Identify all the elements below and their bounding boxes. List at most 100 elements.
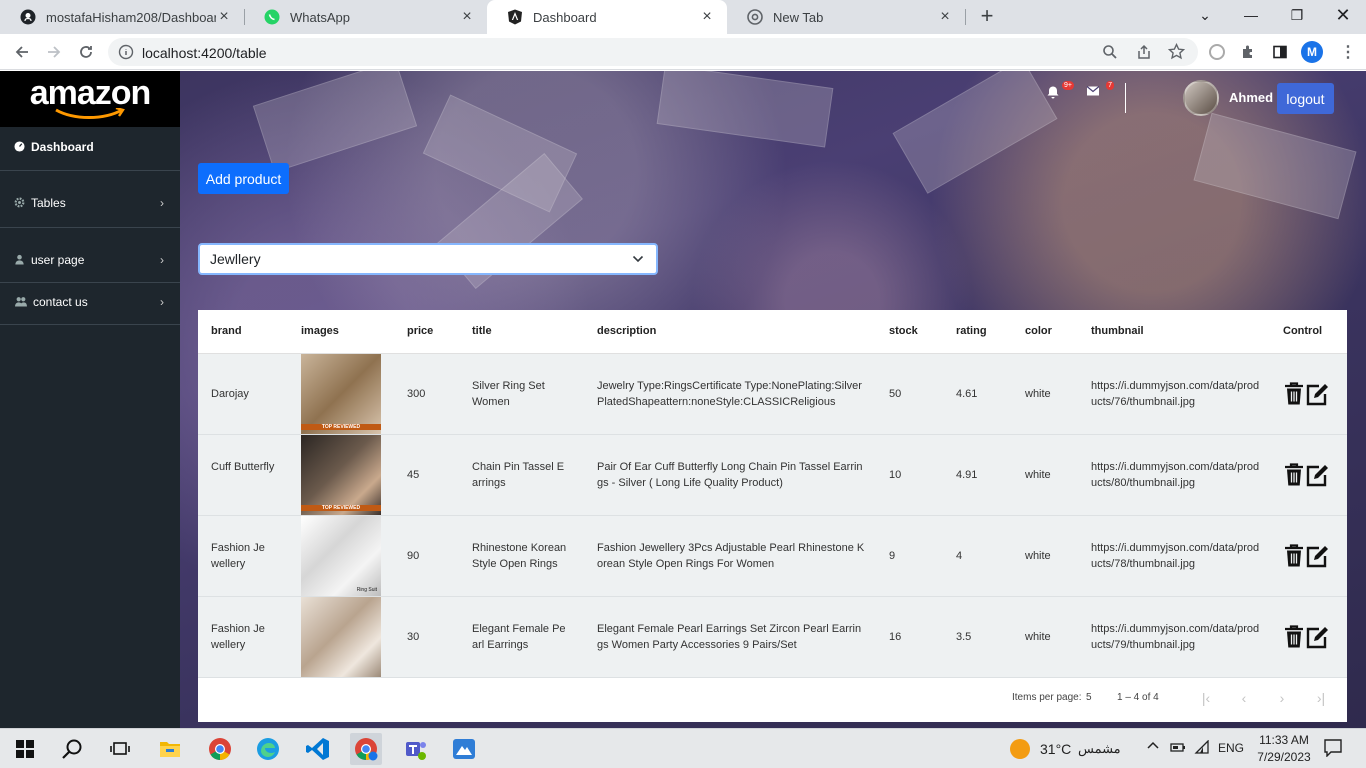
column-header-rating: rating (956, 325, 987, 337)
dashboard-icon (14, 141, 26, 153)
cell-rating: 4.61 (956, 388, 978, 400)
sidebar-item-label: Tables (31, 196, 66, 210)
weather-sun-icon[interactable] (1010, 739, 1030, 759)
notification-bell-icon[interactable]: 9+ (1046, 81, 1074, 101)
menu-kebab-icon[interactable]: ⋮ (1336, 40, 1360, 64)
user-avatar[interactable] (1183, 80, 1219, 116)
sidebar-item-label: user page (31, 253, 85, 267)
reload-icon[interactable] (74, 40, 98, 64)
app-mountain-icon[interactable] (448, 733, 480, 765)
chrome-profile-taskbar-icon[interactable] (350, 733, 382, 765)
task-view-icon[interactable] (104, 733, 136, 765)
sidebar-item-contact-us[interactable]: contact us › (0, 294, 180, 310)
edge-icon[interactable] (252, 733, 284, 765)
side-panel-icon[interactable] (1268, 40, 1292, 64)
sidebar-item-user-page[interactable]: user page › (0, 252, 180, 268)
row-controls (1284, 463, 1328, 487)
image-caption: Ring Suit (356, 587, 377, 593)
sidebar-divider (0, 227, 180, 228)
cell-brand: Cuff Butterfly (211, 461, 275, 473)
category-select[interactable]: Jewllery (198, 243, 658, 275)
vscode-icon[interactable] (302, 733, 334, 765)
tab-whatsapp[interactable]: WhatsApp × (244, 0, 487, 34)
extension-circle-icon[interactable] (1205, 40, 1229, 64)
close-icon[interactable]: × (937, 9, 953, 25)
search-icon[interactable] (56, 733, 88, 765)
first-page-icon[interactable]: |‹ (1196, 688, 1216, 708)
sidebar-item-dashboard[interactable]: Dashboard (0, 139, 180, 155)
minimize-button[interactable]: — (1228, 0, 1274, 30)
tab-github[interactable]: mostafaHisham208/Dashboard_A × (0, 0, 244, 34)
close-icon[interactable]: × (216, 9, 232, 25)
cell-brand: Darojay (211, 388, 249, 400)
delete-icon[interactable] (1284, 382, 1304, 406)
column-header-stock: stock (889, 325, 918, 337)
products-table: brand images price title description sto… (198, 310, 1347, 722)
windows-start-icon[interactable] (9, 733, 41, 765)
taskbar: 31°C مشمس ENG 11:33 AM 7/29/2023 (0, 728, 1366, 768)
cell-thumbnail: https://i.dummyjson.com/data/products/76… (1091, 380, 1260, 408)
tab-search-chevron-icon[interactable]: ⌄ (1182, 0, 1228, 30)
items-per-page-select[interactable]: 5 (1086, 692, 1092, 703)
mail-icon[interactable]: 7 (1086, 81, 1114, 101)
cell-rating: 4 (956, 550, 963, 562)
new-tab-button[interactable]: + (976, 5, 998, 28)
previous-page-icon[interactable]: ‹ (1234, 688, 1254, 708)
header-divider (1125, 83, 1126, 113)
profile-avatar[interactable]: M (1301, 41, 1323, 63)
cell-color: white (1025, 631, 1051, 643)
delete-icon[interactable] (1284, 544, 1304, 568)
table-header: brand images price title description sto… (198, 310, 1347, 354)
tab-new-tab[interactable]: New Tab × (727, 0, 965, 34)
address-bar[interactable]: localhost:4200/table (108, 38, 1198, 66)
next-page-icon[interactable]: › (1272, 688, 1292, 708)
edit-icon[interactable] (1306, 382, 1328, 406)
site-info-icon[interactable] (118, 44, 134, 65)
close-icon[interactable]: × (459, 9, 475, 25)
zoom-icon[interactable] (1102, 44, 1118, 65)
app-shell: amazon Dashboard Tables › user page › co… (0, 71, 1366, 728)
edit-icon[interactable] (1306, 544, 1328, 568)
file-explorer-icon[interactable] (154, 733, 186, 765)
tray-chevron-up-icon[interactable] (1146, 739, 1160, 756)
restore-button[interactable]: ❐ (1274, 0, 1320, 30)
back-arrow-icon[interactable] (10, 40, 34, 64)
product-image: TOP REVIEWED (301, 354, 381, 434)
extensions-puzzle-icon[interactable] (1236, 40, 1260, 64)
clock-date[interactable]: 7/29/2023 (1254, 750, 1314, 764)
tab-dashboard[interactable]: Dashboard × (487, 0, 727, 34)
chrome-taskbar-icon[interactable] (204, 733, 236, 765)
clock-time[interactable]: 11:33 AM (1257, 733, 1311, 747)
bookmark-star-icon[interactable] (1167, 42, 1186, 65)
battery-icon[interactable] (1170, 740, 1186, 757)
cell-title: Chain Pin Tassel Earrings (472, 461, 565, 489)
sidebar-item-tables[interactable]: Tables › (0, 195, 180, 211)
notification-center-icon[interactable] (1324, 739, 1342, 760)
close-icon[interactable]: × (699, 9, 715, 25)
add-product-button[interactable]: Add product (198, 163, 289, 194)
language-indicator[interactable]: ENG (1218, 741, 1244, 755)
delete-icon[interactable] (1284, 463, 1304, 487)
logout-button[interactable]: logout (1277, 83, 1334, 114)
weather-temperature[interactable]: 31°C (1040, 741, 1071, 757)
table-row: Darojay TOP REVIEWED 300 Silver Ring Set… (198, 354, 1347, 435)
teams-icon[interactable] (400, 733, 432, 765)
weather-condition[interactable]: مشمس (1078, 741, 1121, 757)
wifi-icon[interactable] (1194, 739, 1210, 757)
product-image: TOP REVIEWED (301, 435, 381, 515)
column-header-thumbnail: thumbnail (1091, 325, 1144, 337)
column-header-control: Control (1283, 325, 1323, 337)
paginator: Items per page: 5 1 – 4 of 4 |‹ ‹ › ›| (198, 678, 1347, 722)
edit-icon[interactable] (1306, 625, 1328, 649)
delete-icon[interactable] (1284, 625, 1304, 649)
share-icon[interactable] (1136, 44, 1152, 65)
cell-rating: 4.91 (956, 469, 978, 481)
forward-arrow-icon[interactable] (42, 40, 66, 64)
row-controls (1284, 625, 1328, 649)
edit-icon[interactable] (1306, 463, 1328, 487)
logo[interactable]: amazon (0, 71, 180, 127)
last-page-icon[interactable]: ›| (1311, 688, 1331, 708)
gear-icon (14, 197, 26, 209)
close-window-button[interactable]: ✕ (1320, 0, 1366, 30)
amazon-smile-icon (55, 108, 125, 119)
